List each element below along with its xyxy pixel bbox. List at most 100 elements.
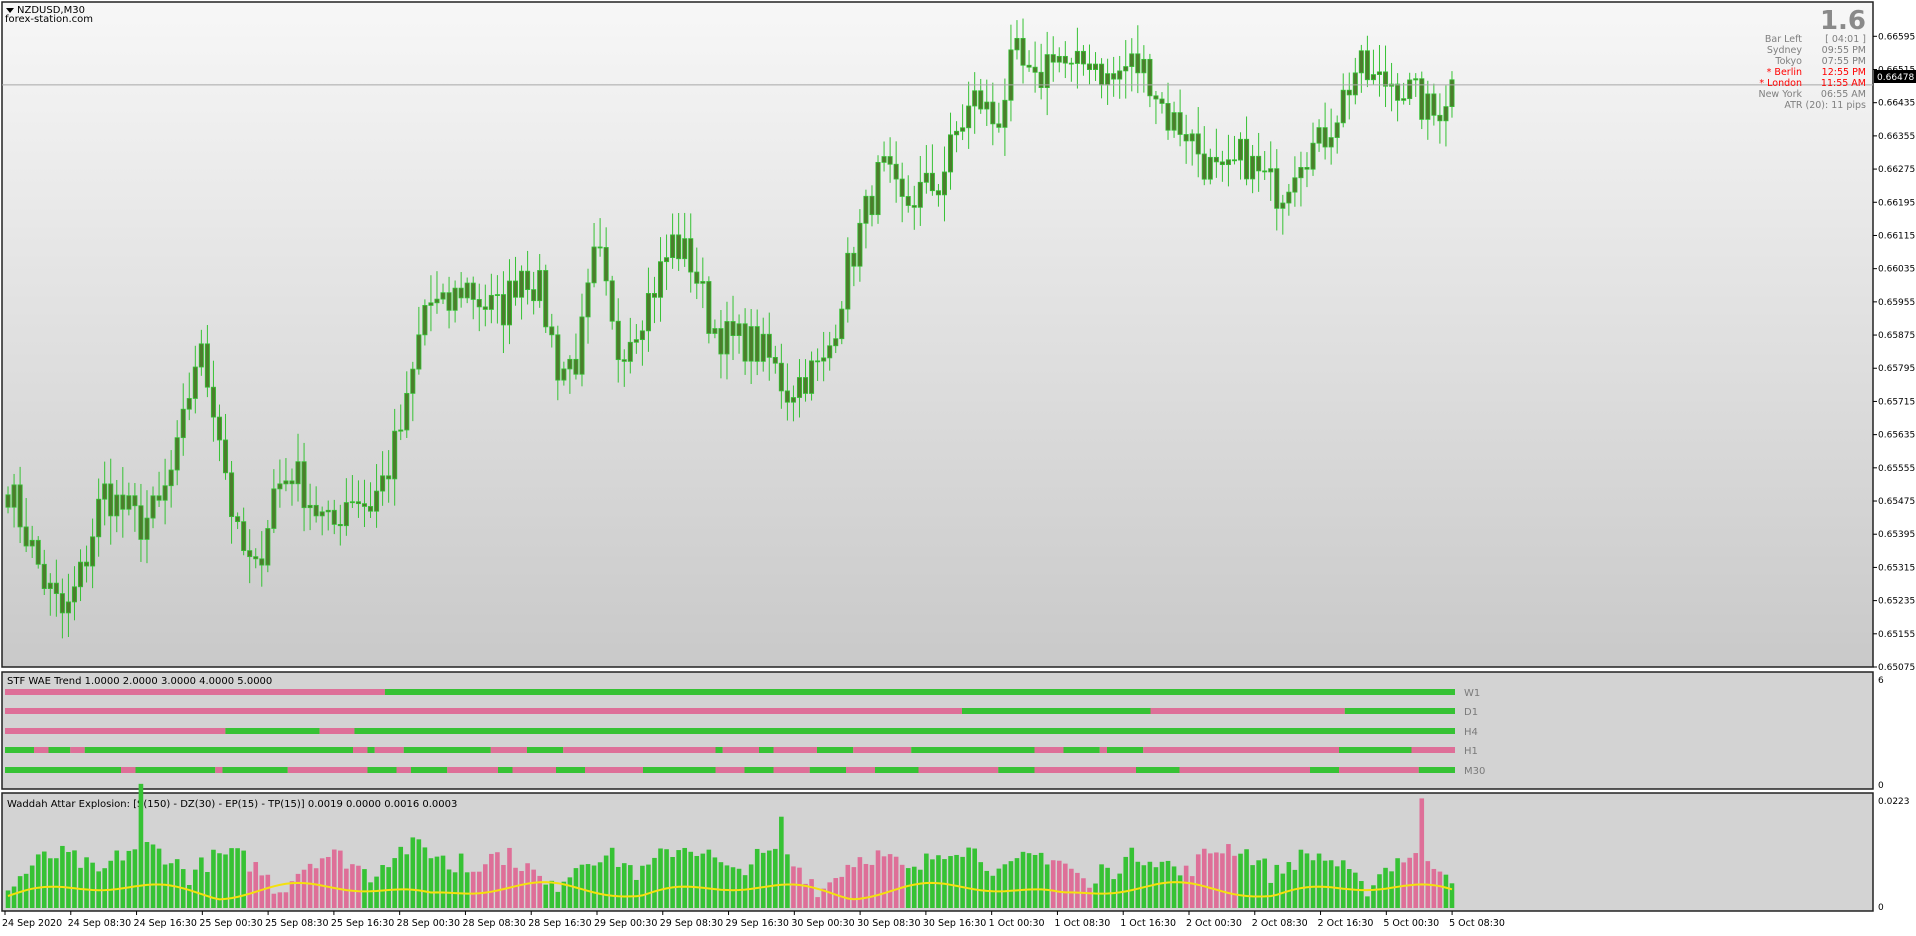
candle-body <box>235 516 241 523</box>
candle-body <box>1280 202 1286 209</box>
candle-body <box>313 504 319 517</box>
stf-segment <box>643 767 716 773</box>
wae-bar <box>1044 864 1050 908</box>
candle-body <box>126 495 132 510</box>
candle-body <box>1086 63 1092 71</box>
wae-bar <box>428 858 434 908</box>
wae-bar <box>313 868 319 908</box>
price-label: 0.66275 <box>1878 165 1915 175</box>
stf-segment <box>744 767 774 773</box>
wae-bar <box>102 868 107 908</box>
wae-bar <box>676 850 681 908</box>
wae-bar <box>452 872 458 908</box>
candle-body <box>1310 142 1316 170</box>
wae-bar <box>670 856 675 908</box>
time-label: 29 Sep 00:30 <box>594 918 657 929</box>
stf-segment <box>403 747 491 753</box>
candle-body <box>935 190 941 196</box>
candle-body <box>470 282 476 300</box>
candle-body <box>621 359 627 362</box>
time-label: 2 Oct 00:30 <box>1186 918 1242 929</box>
wae-bar <box>845 864 851 908</box>
candle-body <box>325 509 331 513</box>
wae-bar <box>1201 848 1207 908</box>
candle-body <box>639 330 645 341</box>
candle-body <box>1135 53 1141 74</box>
candle-body <box>1183 134 1189 142</box>
candle-body <box>102 483 108 500</box>
candle-body <box>301 461 307 509</box>
wae-bar <box>1431 868 1437 908</box>
wae-bar <box>277 892 283 908</box>
price-label: 0.66435 <box>1878 99 1915 109</box>
wae-bar <box>1280 873 1286 908</box>
session-time: 11:55 AM <box>1821 78 1866 89</box>
candle-body <box>1099 63 1105 86</box>
wae-bar <box>1437 871 1443 908</box>
candle-body <box>1032 66 1038 73</box>
wae-bar <box>863 863 869 908</box>
wae-bar <box>597 862 603 908</box>
candle-body <box>1195 133 1201 155</box>
candle-body <box>1080 50 1086 65</box>
candle-body <box>1346 89 1352 96</box>
candle-body <box>911 205 917 208</box>
wae-bar <box>271 893 277 908</box>
wae-bar <box>815 897 820 908</box>
wae-bar <box>694 855 700 908</box>
stf-segment <box>911 747 1035 753</box>
wae-bar <box>948 856 953 908</box>
main-price-panel[interactable] <box>1 1 1874 668</box>
wae-bar <box>525 863 530 908</box>
wae-axis-bottom: 0 <box>1878 903 1884 913</box>
stf-segment <box>585 767 643 773</box>
wae-bar <box>1093 883 1098 908</box>
session-name: * Berlin <box>1767 67 1802 78</box>
stf-segment <box>773 767 810 773</box>
wae-bar <box>368 882 373 908</box>
candle-body <box>138 505 144 540</box>
wae-bar <box>344 868 349 908</box>
wae-bar <box>549 880 555 908</box>
wae-bar <box>1359 881 1364 908</box>
stf-segment <box>319 728 355 734</box>
wae-bar <box>996 868 1002 908</box>
wae-bar <box>984 870 990 908</box>
stf-segment <box>5 747 34 753</box>
wae-bar <box>972 848 977 908</box>
wae-bar <box>724 865 730 908</box>
candle-body <box>978 90 984 110</box>
candle-body <box>482 306 488 310</box>
wae-bar <box>905 868 911 908</box>
candle-body <box>1044 54 1050 88</box>
candle-body <box>464 282 470 299</box>
candle-body <box>78 561 84 588</box>
wae-bar <box>1371 885 1376 908</box>
wae-panel-title: Waddah Attar Explosion: [S(150) - DZ(30)… <box>7 799 457 810</box>
candle-body <box>1443 106 1449 122</box>
candle-body <box>392 430 398 480</box>
candle-body <box>150 495 156 519</box>
candle-body <box>803 377 809 394</box>
candle-body <box>283 480 289 485</box>
wae-bar <box>1298 849 1304 908</box>
wae-bar <box>1002 864 1008 908</box>
wae-bar <box>718 862 724 908</box>
time-label: 30 Sep 08:30 <box>857 918 920 929</box>
stf-segment <box>1063 747 1100 753</box>
wae-bar <box>54 858 59 908</box>
candle-body <box>1364 50 1370 81</box>
candle-body <box>108 483 114 517</box>
candle-body <box>120 494 126 510</box>
mt4-chart-window[interactable]: NZDUSD,M30 forex-station.com 1.6 Bar Lef… <box>0 0 1916 933</box>
candle-body <box>11 484 17 508</box>
wae-bar <box>1340 860 1346 908</box>
wae-bar <box>1117 873 1122 908</box>
candle-body <box>265 528 271 566</box>
wae-bar <box>1087 887 1092 908</box>
wae-bar <box>295 873 301 908</box>
candle-body <box>682 238 688 260</box>
candle-body <box>670 234 676 259</box>
wae-bar <box>440 855 446 908</box>
candle-body <box>1008 49 1014 101</box>
